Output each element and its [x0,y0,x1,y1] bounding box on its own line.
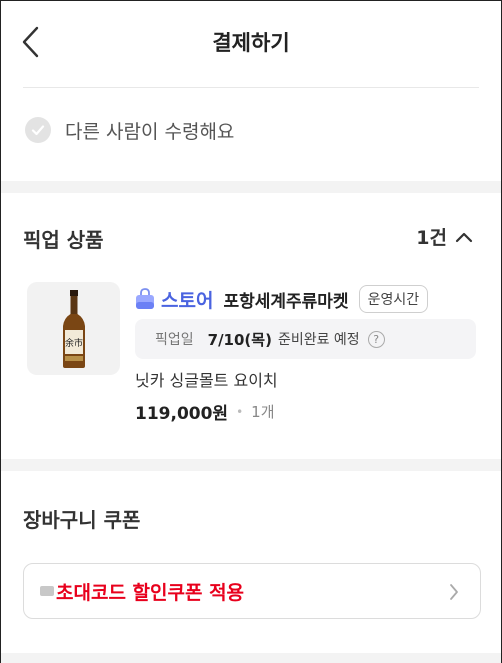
chevron-up-icon [455,232,473,242]
svg-text:余市: 余市 [64,337,82,349]
recipient-label: 다른 사람이 수령해요 [65,120,235,143]
price-row: 119,000원 • 1개 [135,399,275,424]
store-name[interactable]: 포항세계주류마켓 [223,287,348,312]
pickup-section-title: 픽업 상품 [23,228,104,252]
help-icon[interactable]: ? [367,330,385,348]
coupon-label: 초대코드 할인쿠폰 적용 [56,582,245,604]
divider [23,87,479,88]
whisky-bottle-image: 余市 [62,289,85,368]
separator-dot: • [236,404,244,419]
product-quantity: 1개 [251,403,275,421]
coupon-apply-button[interactable]: 초대코드 할인쿠폰 적용 [23,563,481,619]
product-name: 닛카 싱글몰트 요이치 [135,371,278,390]
section-divider [1,181,501,193]
header: 결제하기 [1,1,501,85]
section-divider [1,459,501,471]
product-price: 119,000원 [135,404,229,424]
coupon-icon [40,586,54,596]
hours-button[interactable]: 운영시간 [358,285,429,313]
pickup-date: 7/10(목) [207,330,272,349]
item-count: 1건 [416,227,447,249]
shopping-bag-icon [136,288,154,309]
coupon-section-title: 장바구니 쿠폰 [23,508,141,532]
section-divider [1,653,501,663]
check-circle-icon[interactable] [25,117,51,143]
collapse-toggle[interactable]: 1건 [416,223,473,250]
chevron-right-icon [450,584,458,600]
product-thumbnail[interactable]: 余市 [27,282,120,375]
pickup-status: 준비완료 예정 [277,332,360,348]
recipient-toggle[interactable]: 다른 사람이 수령해요 [25,113,234,147]
pickup-date-box: 픽업일 7/10(목) 준비완료 예정 ? [135,319,476,359]
store-badge: 스토어 [161,289,214,312]
pickup-label: 픽업일 [155,332,194,348]
store-row: 스토어 포항세계주류마켓 운영시간 [135,284,429,314]
page-title: 결제하기 [212,31,290,55]
